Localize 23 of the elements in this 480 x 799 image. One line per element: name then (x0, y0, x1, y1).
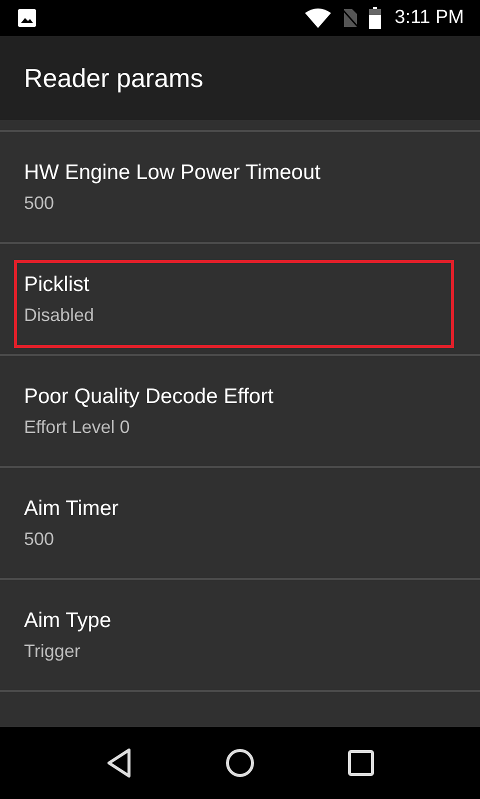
setting-value: Trigger (24, 640, 82, 662)
setting-title: Aim Type (24, 608, 112, 632)
setting-value: Effort Level 0 (24, 416, 131, 438)
setting-item[interactable]: Aim Type Trigger (0, 580, 480, 690)
clock-time: 3:11 PM (394, 7, 464, 29)
setting-item[interactable]: Picklist Disabled (0, 244, 480, 354)
wifi-icon (304, 8, 331, 28)
image-icon (17, 8, 37, 28)
setting-value: 500 (24, 528, 56, 550)
setting-value: 500 (24, 192, 56, 214)
setting-title: Poor Quality Decode Effort (24, 384, 274, 408)
setting-value: Disabled (24, 304, 96, 326)
setting-item[interactable]: Aim Timer 500 (0, 468, 480, 578)
back-icon[interactable] (106, 748, 132, 778)
setting-item[interactable]: Poor Quality Decode Effort Effort Level 0 (0, 356, 480, 466)
setting-item[interactable]: HW Engine Low Power Timeout 500 (0, 132, 480, 242)
setting-title: Picklist (24, 272, 90, 296)
setting-title: HW Engine Low Power Timeout (24, 160, 322, 184)
recents-icon[interactable] (348, 750, 374, 776)
setting-title: Aim Timer (24, 496, 120, 520)
battery-icon (368, 7, 381, 29)
home-icon[interactable] (224, 748, 255, 778)
screen-title: Reader params (24, 62, 204, 94)
